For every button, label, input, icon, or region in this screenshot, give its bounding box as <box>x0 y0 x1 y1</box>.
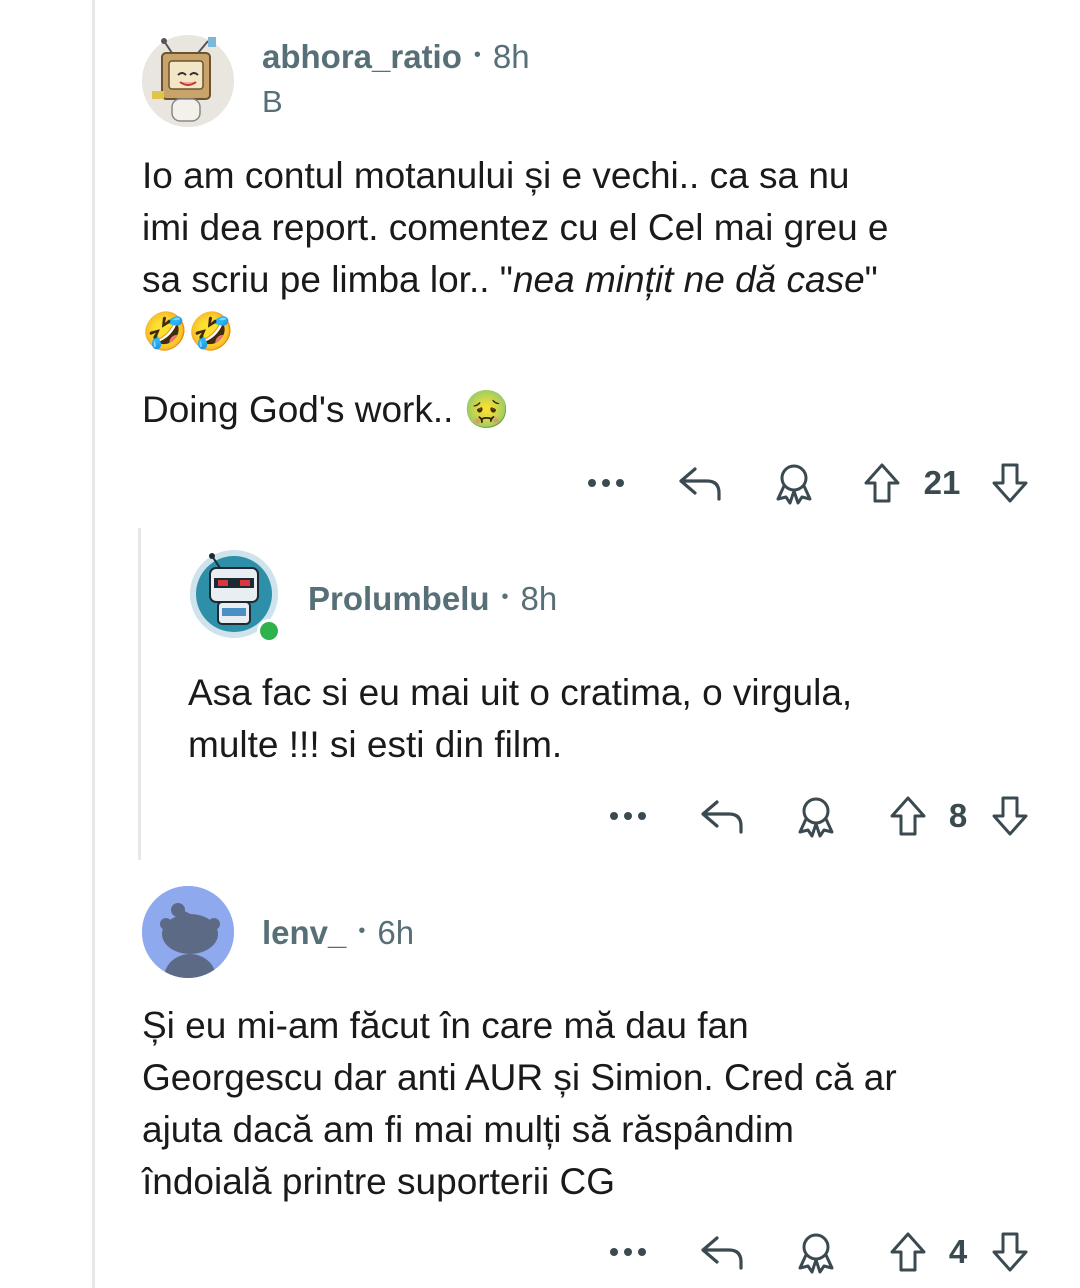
upvote-icon <box>864 463 900 503</box>
reply-button[interactable] <box>696 1222 748 1282</box>
downvote-icon <box>992 1232 1028 1272</box>
body-line: ajuta dacă am fi mai mulți să răspândim <box>142 1109 794 1150</box>
comment-body: Io am contul motanului și e vechi.. ca s… <box>142 150 1052 436</box>
award-button[interactable] <box>790 786 842 846</box>
vote-count: 8 <box>948 797 968 834</box>
username[interactable]: abhora_ratio <box>262 38 462 76</box>
emoji-line: 🤣🤣 <box>142 310 235 353</box>
avatar[interactable] <box>142 886 234 978</box>
upvote-button[interactable] <box>882 1222 934 1282</box>
reply-icon <box>701 800 743 834</box>
award-button[interactable] <box>768 453 820 513</box>
more-icon <box>610 1248 646 1256</box>
body-line: Georgescu dar anti AUR și Simion. Cred c… <box>142 1057 897 1098</box>
award-icon <box>798 797 834 838</box>
downvote-icon <box>992 463 1028 503</box>
comment-header: Prolumbelu • 8h <box>308 578 557 620</box>
vote-count: 21 <box>923 464 961 501</box>
downvote-icon <box>992 796 1028 836</box>
downvote-button[interactable] <box>984 453 1036 513</box>
body-line: Doing God's work.. 🤢 <box>142 388 510 431</box>
comment-header: lenv_ • 6h <box>262 912 414 954</box>
separator-dot: • <box>501 585 509 608</box>
body-line: multe !!! si esti din film. <box>188 724 563 765</box>
body-line: Și eu mi-am făcut în care mă dau fan <box>142 1005 749 1046</box>
italic-quote: nea mințit ne dă case <box>512 259 865 300</box>
comment-actions: 8 <box>602 786 1052 846</box>
reply-button[interactable] <box>674 453 726 513</box>
username[interactable]: Prolumbelu <box>308 580 490 618</box>
more-button[interactable] <box>602 786 654 846</box>
avatar[interactable] <box>142 35 234 127</box>
comment-actions: 21 <box>580 453 1050 513</box>
body-line: îndoială printre suporterii CG <box>142 1161 615 1202</box>
more-icon <box>588 479 624 487</box>
body-line: imi dea report. comentez cu el Cel mai g… <box>142 207 889 248</box>
body-line: Io am contul motanului și e vechi.. ca s… <box>142 155 850 196</box>
timestamp[interactable]: 8h <box>493 38 530 76</box>
timestamp[interactable]: 6h <box>377 914 414 952</box>
downvote-button[interactable] <box>984 786 1036 846</box>
body-line: sa scriu pe limba lor.. "nea mințit ne d… <box>142 259 878 300</box>
vote-count: 4 <box>948 1233 968 1270</box>
upvote-button[interactable] <box>856 453 908 513</box>
more-button[interactable] <box>580 453 632 513</box>
upvote-button[interactable] <box>882 786 934 846</box>
body-line: Asa fac si eu mai uit o cratima, o virgu… <box>188 672 853 713</box>
upvote-icon <box>890 796 926 836</box>
nauseated-emoji: 🤢 <box>463 388 510 431</box>
thread-line-reply <box>138 528 141 860</box>
award-icon <box>776 464 812 505</box>
comment-header: abhora_ratio • 8h <box>262 36 530 78</box>
comment-actions: 4 <box>602 1222 1052 1282</box>
thread-line-left <box>92 0 95 1288</box>
comment-body: Și eu mi-am făcut în care mă dau fan Geo… <box>142 1000 1052 1208</box>
separator-dot: • <box>358 919 366 942</box>
downvote-button[interactable] <box>984 1222 1036 1282</box>
more-button[interactable] <box>602 1222 654 1282</box>
username[interactable]: lenv_ <box>262 914 346 952</box>
reply-button[interactable] <box>696 786 748 846</box>
user-flair: B <box>262 84 283 119</box>
online-status-dot <box>257 619 281 643</box>
more-icon <box>610 812 646 820</box>
default-snoo-icon <box>142 886 234 978</box>
reply-icon <box>701 1236 743 1270</box>
comment-body: Asa fac si eu mai uit o cratima, o virgu… <box>188 667 1048 771</box>
award-button[interactable] <box>790 1222 842 1282</box>
award-icon <box>798 1233 834 1274</box>
timestamp[interactable]: 8h <box>521 580 558 618</box>
tv-head-snoo-icon <box>142 35 234 127</box>
separator-dot: • <box>473 43 481 66</box>
upvote-icon <box>890 1232 926 1272</box>
avatar[interactable] <box>190 550 281 643</box>
reply-icon <box>679 467 721 501</box>
